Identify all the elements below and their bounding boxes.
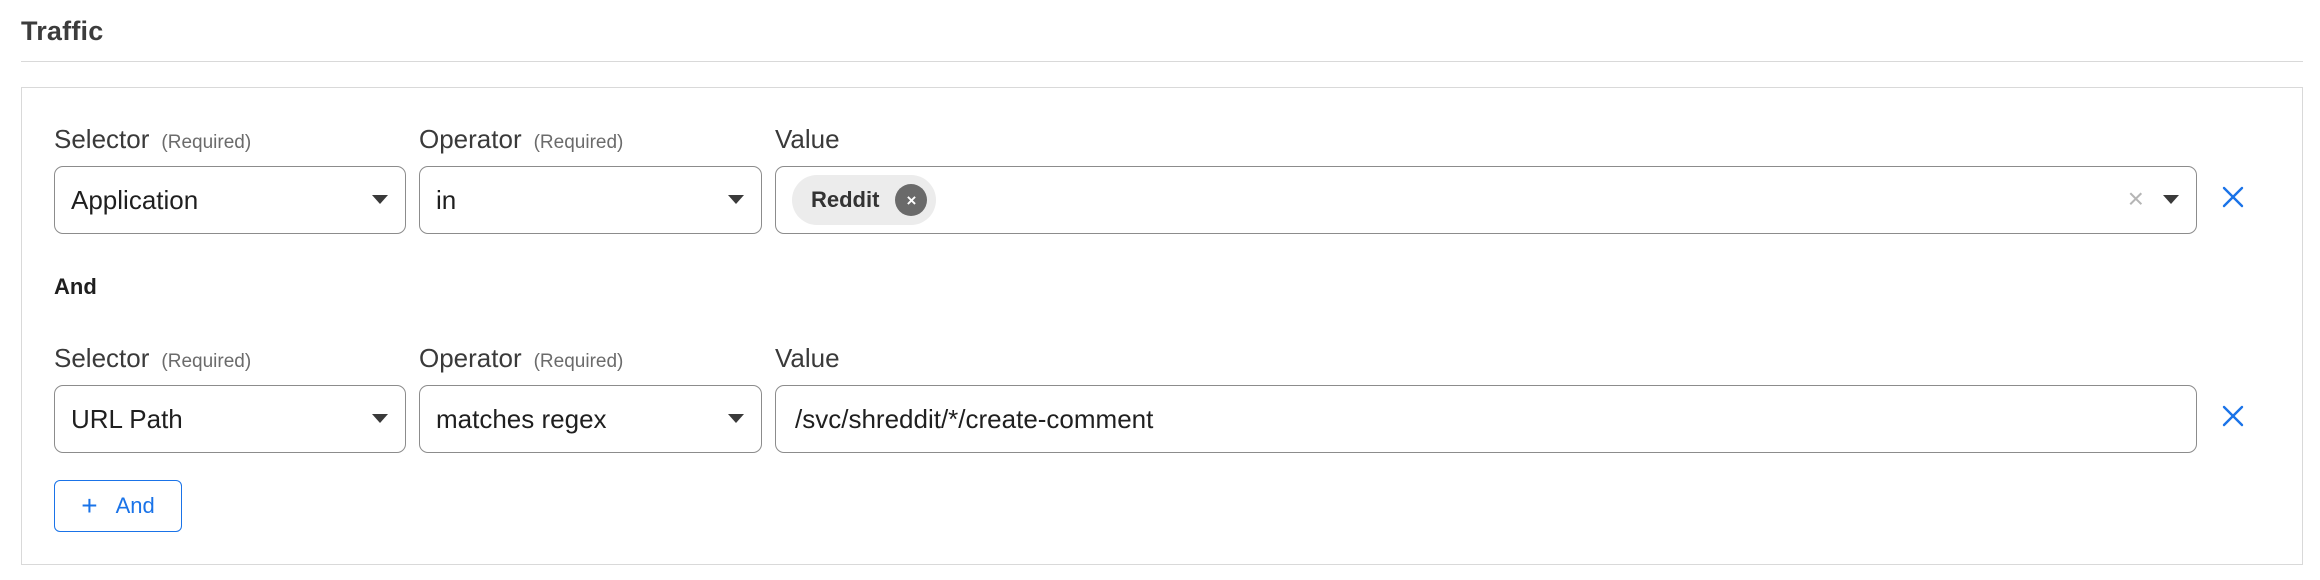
operator-value: matches regex [436, 403, 607, 434]
chevron-down-icon [728, 195, 744, 204]
operator-label: Operator (Required) [419, 343, 623, 374]
close-icon[interactable] [2219, 183, 2247, 211]
chevron-down-icon [728, 414, 744, 423]
value-chip: Reddit × [792, 175, 937, 225]
conjunction-label: And [54, 274, 97, 299]
clear-icon[interactable]: × [2128, 185, 2144, 213]
selector-dropdown[interactable]: Application [54, 166, 406, 234]
selector-value: URL Path [71, 403, 183, 434]
value-label: Value [775, 343, 840, 374]
operator-value: in [436, 184, 457, 215]
selector-label: Selector (Required) [54, 343, 251, 374]
chevron-down-icon [372, 414, 388, 423]
required-hint: (Required) [533, 132, 624, 153]
rules-panel [21, 87, 2303, 565]
title-divider [21, 61, 2303, 62]
add-and-button-label: And [115, 493, 155, 518]
operator-label-text: Operator [419, 124, 522, 154]
traffic-rules-root: Traffic Selector (Required) Operator (Requ… [0, 0, 2320, 580]
value-input[interactable]: /svc/shreddit/*/create-comment [775, 385, 2197, 453]
required-hint: (Required) [161, 132, 252, 153]
chevron-down-icon [372, 195, 388, 204]
operator-dropdown[interactable]: in [419, 166, 762, 234]
value-text: /svc/shreddit/*/create-comment [795, 403, 1154, 434]
required-hint: (Required) [533, 351, 624, 372]
close-icon[interactable] [2219, 402, 2247, 430]
chevron-down-icon [2163, 195, 2179, 204]
selector-label: Selector (Required) [54, 124, 251, 155]
plus-icon: + [81, 490, 98, 521]
selector-value: Application [71, 184, 199, 215]
operator-dropdown[interactable]: matches regex [419, 385, 762, 453]
add-and-button[interactable]: + And [54, 480, 182, 532]
section-title: Traffic [21, 16, 104, 46]
selector-label-text: Selector [54, 343, 150, 373]
value-label: Value [775, 124, 840, 155]
chip-remove-icon[interactable]: × [895, 184, 928, 216]
value-multiselect[interactable]: Reddit × × [775, 166, 2197, 234]
value-label-text: Value [775, 343, 840, 373]
value-label-text: Value [775, 124, 840, 154]
selector-dropdown[interactable]: URL Path [54, 385, 406, 453]
selector-label-text: Selector [54, 124, 150, 154]
operator-label-text: Operator [419, 343, 522, 373]
required-hint: (Required) [161, 351, 252, 372]
value-chip-label: Reddit [811, 187, 880, 212]
operator-label: Operator (Required) [419, 124, 623, 155]
